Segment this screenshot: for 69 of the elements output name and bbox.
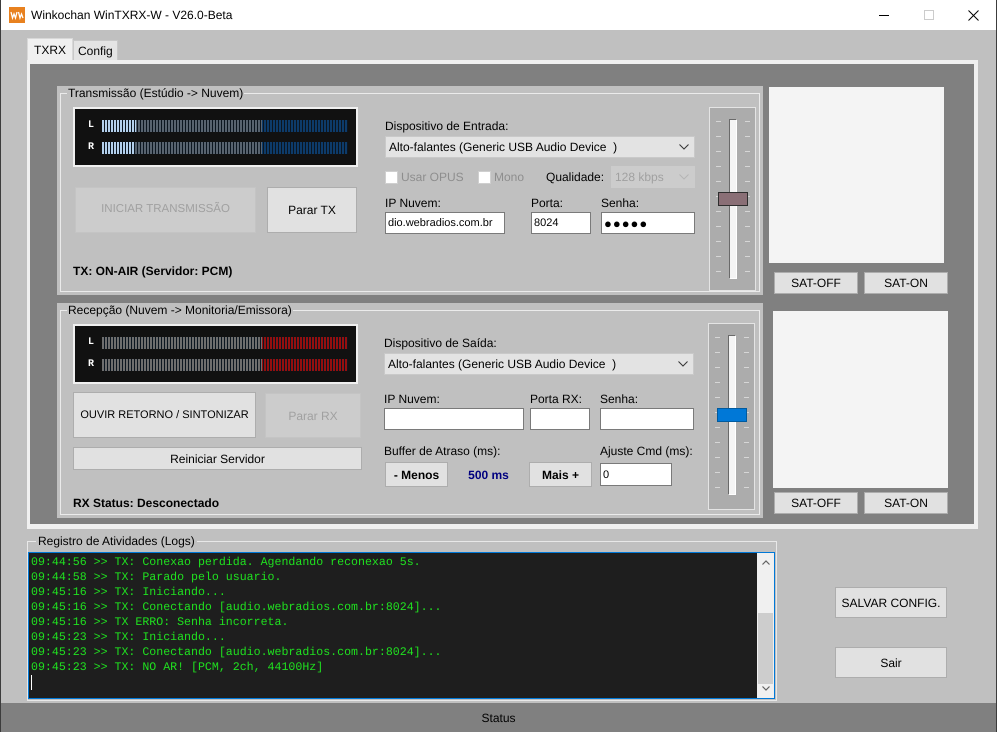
maximize-icon bbox=[924, 10, 934, 20]
field-label: Senha: bbox=[600, 392, 638, 406]
sat-off-button[interactable]: SAT-OFF bbox=[774, 492, 858, 514]
decrease-button[interactable]: - Menos bbox=[385, 462, 448, 487]
group-title: Transmissão (Estúdio -> Nuvem) bbox=[67, 86, 244, 100]
log-line: 09:44:56 >> TX: Conexao perdida. Agendando reconexao 5s. bbox=[31, 555, 421, 570]
close-icon bbox=[968, 10, 979, 20]
log-line: 09:45:16 >> TX: Iniciando... bbox=[31, 585, 226, 600]
log-line: 09:44:58 >> TX: Parado pelo usuario. bbox=[31, 570, 282, 585]
log-line: 09:45:16 >> TX ERRO: Senha incorreta. bbox=[31, 615, 288, 630]
text-field[interactable]: 8024 bbox=[531, 212, 591, 234]
field-label: IP Nuvem: bbox=[384, 392, 440, 406]
log-line: 09:45:23 >> TX: Conectando [audio.webradios.com.br:8024]... bbox=[31, 645, 442, 660]
text-field[interactable]: ●●●●● bbox=[601, 212, 695, 234]
field-label: Ajuste Cmd (ms): bbox=[600, 444, 693, 458]
window-title: Winkochan WinTXRX-W - V26.0-Beta bbox=[31, 8, 232, 22]
dropdown[interactable]: Alto-falantes (Generic USB Audio Device ) bbox=[385, 136, 695, 158]
text-field[interactable] bbox=[600, 408, 694, 430]
increase-button[interactable]: Mais + bbox=[528, 462, 592, 487]
channel-label: L bbox=[88, 337, 95, 349]
text-field[interactable]: dio.webradios.com.br bbox=[385, 212, 505, 234]
tab[interactable]: Config bbox=[73, 40, 118, 60]
status-text: RX Status: Desconectado bbox=[73, 496, 220, 510]
dropdown[interactable]: Alto-falantes (Generic USB Audio Device ) bbox=[384, 353, 694, 375]
field-label: Qualidade: bbox=[546, 170, 604, 184]
tab[interactable]: TXRX bbox=[27, 38, 74, 60]
chevron-down-icon bbox=[762, 686, 770, 691]
channel-label: R bbox=[88, 142, 95, 154]
status-text: Status bbox=[481, 710, 516, 724]
stop-button[interactable]: Parar TX bbox=[267, 187, 357, 233]
exit-button[interactable]: Sair bbox=[835, 647, 947, 678]
channel-label: L bbox=[88, 120, 95, 132]
chevron-down-icon bbox=[678, 361, 688, 367]
field-label: Buffer de Atraso (ms): bbox=[384, 444, 500, 458]
listen-button[interactable]: OUVIR RETORNO / SINTONIZAR bbox=[73, 392, 256, 438]
channel-label: R bbox=[88, 359, 95, 371]
slider-thumb[interactable] bbox=[718, 192, 748, 206]
field-label: IP Nuvem: bbox=[385, 196, 441, 210]
log-line: 09:45:23 >> TX: Iniciando... bbox=[31, 630, 226, 645]
sat-on-button[interactable]: SAT-ON bbox=[864, 272, 948, 294]
sat-on-button[interactable]: SAT-ON bbox=[864, 492, 948, 514]
log-line: 09:45:23 >> TX: NO AR! [PCM, 2ch, 44100Hz] bbox=[31, 660, 324, 675]
volume-slider[interactable] bbox=[718, 119, 748, 279]
group-title: Registro de Atividades (Logs) bbox=[36, 534, 197, 548]
text-field[interactable] bbox=[384, 408, 524, 430]
save-button[interactable]: SALVAR CONFIG. bbox=[835, 587, 947, 618]
field-label: Porta RX: bbox=[530, 392, 582, 406]
field-label: Senha: bbox=[601, 196, 640, 210]
chevron-down-icon bbox=[679, 144, 689, 150]
sat-off-button[interactable]: SAT-OFF bbox=[774, 272, 858, 294]
volume-slider[interactable] bbox=[717, 335, 747, 495]
text-cursor bbox=[31, 675, 32, 690]
chevron-down-icon bbox=[679, 174, 689, 180]
field-label: Dispositivo de Saída: bbox=[384, 336, 497, 350]
app-logo-icon bbox=[9, 7, 25, 23]
log-line: 09:45:16 >> TX: Conectando [audio.webradios.com.br:8024]... bbox=[31, 600, 442, 615]
minimize-icon bbox=[878, 14, 888, 16]
slider-thumb[interactable] bbox=[717, 408, 747, 422]
status-text: TX: ON-AIR (Servidor: PCM) bbox=[73, 264, 232, 278]
group-title: Recepção (Nuvem -> Monitoria/Emissora) bbox=[67, 303, 293, 317]
buffer-value: 500 ms bbox=[468, 468, 509, 482]
restart-button[interactable]: Reiniciar Servidor bbox=[73, 447, 362, 470]
field-label: Dispositivo de Entrada: bbox=[385, 119, 508, 133]
field-label: Porta: bbox=[531, 196, 564, 210]
text-field[interactable]: 0 bbox=[600, 463, 672, 486]
chevron-up-icon bbox=[762, 560, 770, 565]
scrollbar[interactable] bbox=[757, 553, 774, 698]
scrollbar-thumb[interactable] bbox=[758, 613, 773, 684]
text-field[interactable] bbox=[530, 408, 590, 430]
